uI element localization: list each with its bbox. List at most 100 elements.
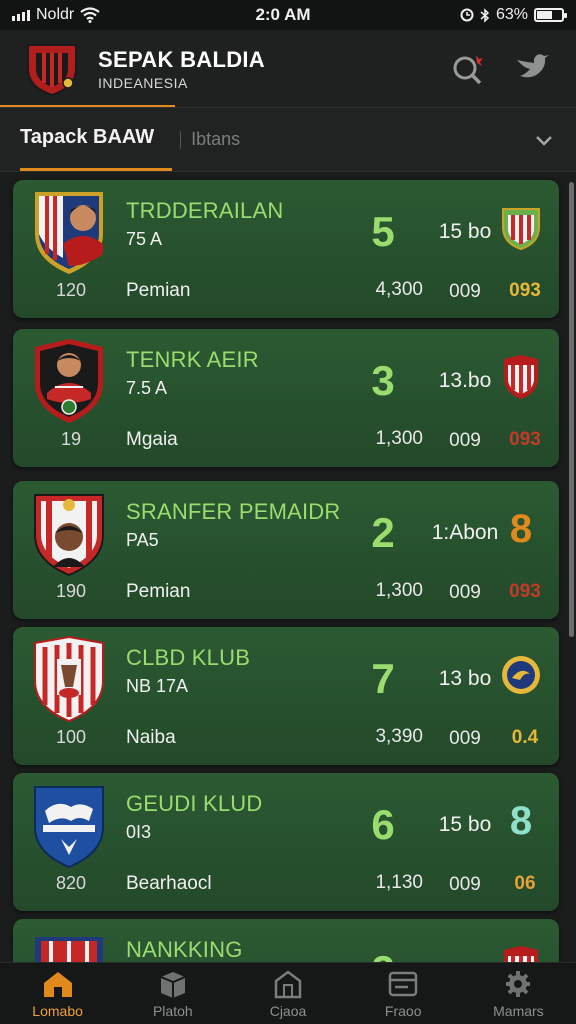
opponent-badge: 8 xyxy=(509,506,533,551)
card-icon xyxy=(388,971,418,996)
list-item[interactable]: TRDDERAILAN 75 A 5 15 bo 120 Pemian 4,30… xyxy=(13,180,559,318)
team-name: SRANFER PEMAIDR xyxy=(126,499,341,524)
status-time: 2:0 AM xyxy=(255,5,311,24)
player-number: 820 xyxy=(55,873,87,893)
bottom-nav: Lomabo Platoh Cjaoa Fraoo Mamars xyxy=(0,962,576,1024)
player-number: 100 xyxy=(55,727,87,747)
team-crest xyxy=(35,339,103,423)
team-sub: 75 A xyxy=(126,229,163,249)
carrier-label: Noldr xyxy=(36,6,75,23)
team-sub: PA5 xyxy=(126,530,159,550)
signal-icon xyxy=(12,9,30,21)
gear-icon xyxy=(506,970,531,997)
score: 3 xyxy=(371,357,395,404)
box-icon xyxy=(160,971,186,998)
status-right: 63% xyxy=(394,6,567,24)
opponent-badge xyxy=(499,353,543,401)
team-crest xyxy=(35,937,103,962)
building-icon xyxy=(274,969,302,998)
team-sub: 7.5 A xyxy=(126,378,168,398)
team-name: GEUDI KLUD xyxy=(126,791,263,816)
battery-percent: 63% xyxy=(495,6,528,23)
role-label: Bearhaocl xyxy=(126,873,212,894)
list-item[interactable]: CLBD KLUB NB 17A 7 13 bo 100 Naiba 3,390… xyxy=(13,627,559,765)
count-value: 1,300 xyxy=(375,580,423,601)
app-subtitle: INDEANESIA xyxy=(98,75,188,91)
count-value: 1,300 xyxy=(375,428,423,449)
nav-item-home[interactable]: Lomabo xyxy=(0,963,115,1024)
team-name: NANKKING xyxy=(126,937,243,962)
nav-item-mamars[interactable]: Mamars xyxy=(461,963,576,1024)
team-name: TENRK AEIR xyxy=(126,347,259,372)
nav-item-fraoo[interactable]: Fraoo xyxy=(346,963,461,1024)
code-value: 009 xyxy=(449,582,481,603)
team-sub: 0I3 xyxy=(126,822,152,842)
app-title: SEPAK BALDIA xyxy=(98,47,265,72)
team-name: CLBD KLUB xyxy=(126,645,251,670)
extra-value: 093 xyxy=(509,280,541,301)
list-item[interactable]: SRANFER PEMAIDR PA5 2 1:Abon 8 190 Pemia… xyxy=(13,481,559,619)
extra-value: 0.4 xyxy=(511,727,539,748)
nav-label: Mamars xyxy=(493,1002,544,1019)
search-icon xyxy=(453,55,483,85)
match-list[interactable]: TRDDERAILAN 75 A 5 15 bo 120 Pemian 4,30… xyxy=(0,172,576,962)
nav-item-cjaoa[interactable]: Cjaoa xyxy=(230,963,345,1024)
tab-inactive[interactable]: Ibtans xyxy=(191,129,532,150)
share-button[interactable] xyxy=(510,47,554,91)
nav-label: Fraoo xyxy=(384,1002,422,1019)
code-value: 009 xyxy=(449,430,481,451)
score: 5 xyxy=(371,208,395,255)
player-number: 120 xyxy=(55,280,87,300)
player-number: 19 xyxy=(60,429,82,449)
app-header: SEPAK BALDIA INDEANESIA xyxy=(0,30,576,108)
nav-item-platoh[interactable]: Platoh xyxy=(115,963,230,1024)
time-label: 15 bo xyxy=(438,220,492,243)
code-value: 009 xyxy=(449,281,481,302)
list-item[interactable]: TENRK AEIR 7.5 A 3 13.bo 19 Mgaia 1,300 … xyxy=(13,329,559,467)
opponent-badge xyxy=(499,651,543,699)
time-label: 13 bo xyxy=(438,667,492,690)
role-label: Pemian xyxy=(126,280,191,301)
search-button[interactable] xyxy=(446,47,490,91)
role-label: Naiba xyxy=(126,727,176,748)
time-label: 13.bo xyxy=(438,369,492,392)
club-logo xyxy=(27,44,77,97)
chevron-down-icon[interactable] xyxy=(532,128,556,152)
extra-value: 093 xyxy=(509,429,541,450)
brand: SEPAK BALDIA INDEANESIA xyxy=(98,47,426,91)
alarm-icon xyxy=(460,8,474,22)
tab-active[interactable]: Tapack BAAW xyxy=(20,126,173,171)
list-item[interactable]: NANKKING 2 xyxy=(13,919,559,962)
code-value: 009 xyxy=(449,728,481,749)
score: 2 xyxy=(371,509,395,556)
team-crest xyxy=(34,786,104,869)
list-item[interactable]: GEUDI KLUD 0I3 6 15 bo 8 820 Bearhaocl 1… xyxy=(13,773,559,911)
team-name: TRDDERAILAN xyxy=(126,198,284,223)
team-sub: NB 17A xyxy=(126,676,189,696)
code-value: 009 xyxy=(449,874,481,895)
nav-label: Cjaoa xyxy=(269,1002,307,1019)
count-value: 3,390 xyxy=(375,726,423,747)
opponent-badge xyxy=(499,204,543,252)
team-crest xyxy=(34,635,104,723)
opponent-badge: 8 xyxy=(509,798,533,843)
extra-value: 06 xyxy=(514,873,536,894)
count-value: 4,300 xyxy=(375,279,423,300)
score: 6 xyxy=(371,801,395,848)
wifi-icon xyxy=(80,7,100,23)
scrollbar[interactable] xyxy=(569,182,574,637)
bluetooth-icon xyxy=(480,7,490,23)
time-label: 15 bo xyxy=(438,813,492,836)
nav-label: Platoh xyxy=(152,1002,193,1019)
status-bar: Noldr 2:0 AM 63% xyxy=(0,0,576,30)
time-label: 1:Abon xyxy=(431,521,499,544)
score: 2 xyxy=(363,947,403,962)
player-number: 190 xyxy=(55,581,87,601)
battery-icon xyxy=(534,8,567,22)
tabs-bar: Tapack BAAW Ibtans xyxy=(0,108,576,172)
role-label: Mgaia xyxy=(126,429,178,450)
opponent-badge xyxy=(499,943,543,962)
role-label: Pemian xyxy=(126,581,191,602)
nav-label: Lomabo xyxy=(32,1002,83,1019)
home-icon xyxy=(43,971,72,997)
